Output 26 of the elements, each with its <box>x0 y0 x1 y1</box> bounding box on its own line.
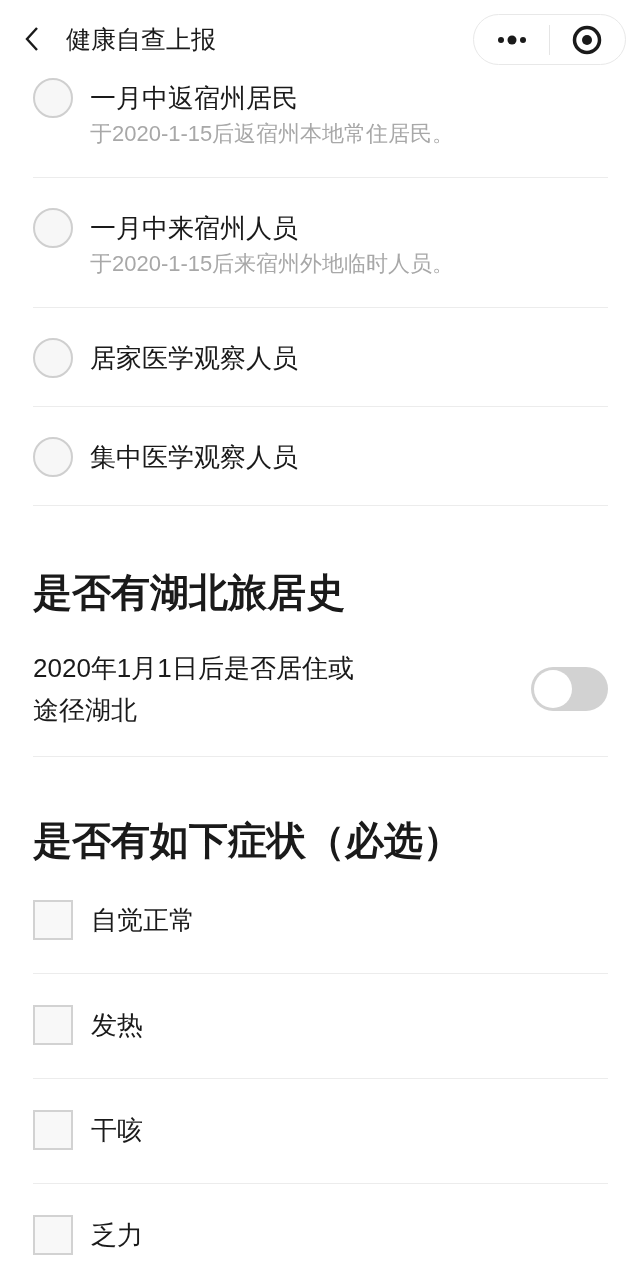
option-description: 于2020-1-15后返宿州本地常住居民。 <box>90 120 455 148</box>
back-chevron-icon <box>25 27 39 51</box>
checkbox[interactable] <box>33 1005 73 1045</box>
symptom-label: 发热 <box>91 1009 143 1042</box>
symptom-label: 干咳 <box>91 1114 143 1147</box>
checkbox[interactable] <box>33 1110 73 1150</box>
radio-button[interactable] <box>33 338 73 378</box>
page-title: 健康自查上报 <box>66 24 216 55</box>
option-title: 集中医学观察人员 <box>90 441 298 474</box>
section-heading: 是否有如下症状（必选） <box>33 818 463 864</box>
toggle-switch[interactable] <box>531 667 608 711</box>
target-circle-icon <box>572 24 603 55</box>
checkbox[interactable] <box>33 1215 73 1255</box>
radio-button[interactable] <box>33 78 73 118</box>
option-description: 于2020-1-15后来宿州外地临时人员。 <box>90 250 455 278</box>
radio-button[interactable] <box>33 437 73 477</box>
option-title: 一月中来宿州人员 <box>90 212 299 245</box>
symptom-label: 乏力 <box>91 1219 143 1252</box>
question-text: 2020年1月1日后是否居住或途径湖北 <box>33 652 355 727</box>
symptom-label: 自觉正常 <box>91 904 195 937</box>
more-dots-icon <box>496 34 527 45</box>
radio-button[interactable] <box>33 208 73 248</box>
section-heading: 是否有湖北旅居史 <box>33 570 346 616</box>
option-title: 居家医学观察人员 <box>90 342 298 375</box>
checkbox[interactable] <box>33 900 73 940</box>
option-title: 一月中返宿州居民 <box>90 82 299 115</box>
